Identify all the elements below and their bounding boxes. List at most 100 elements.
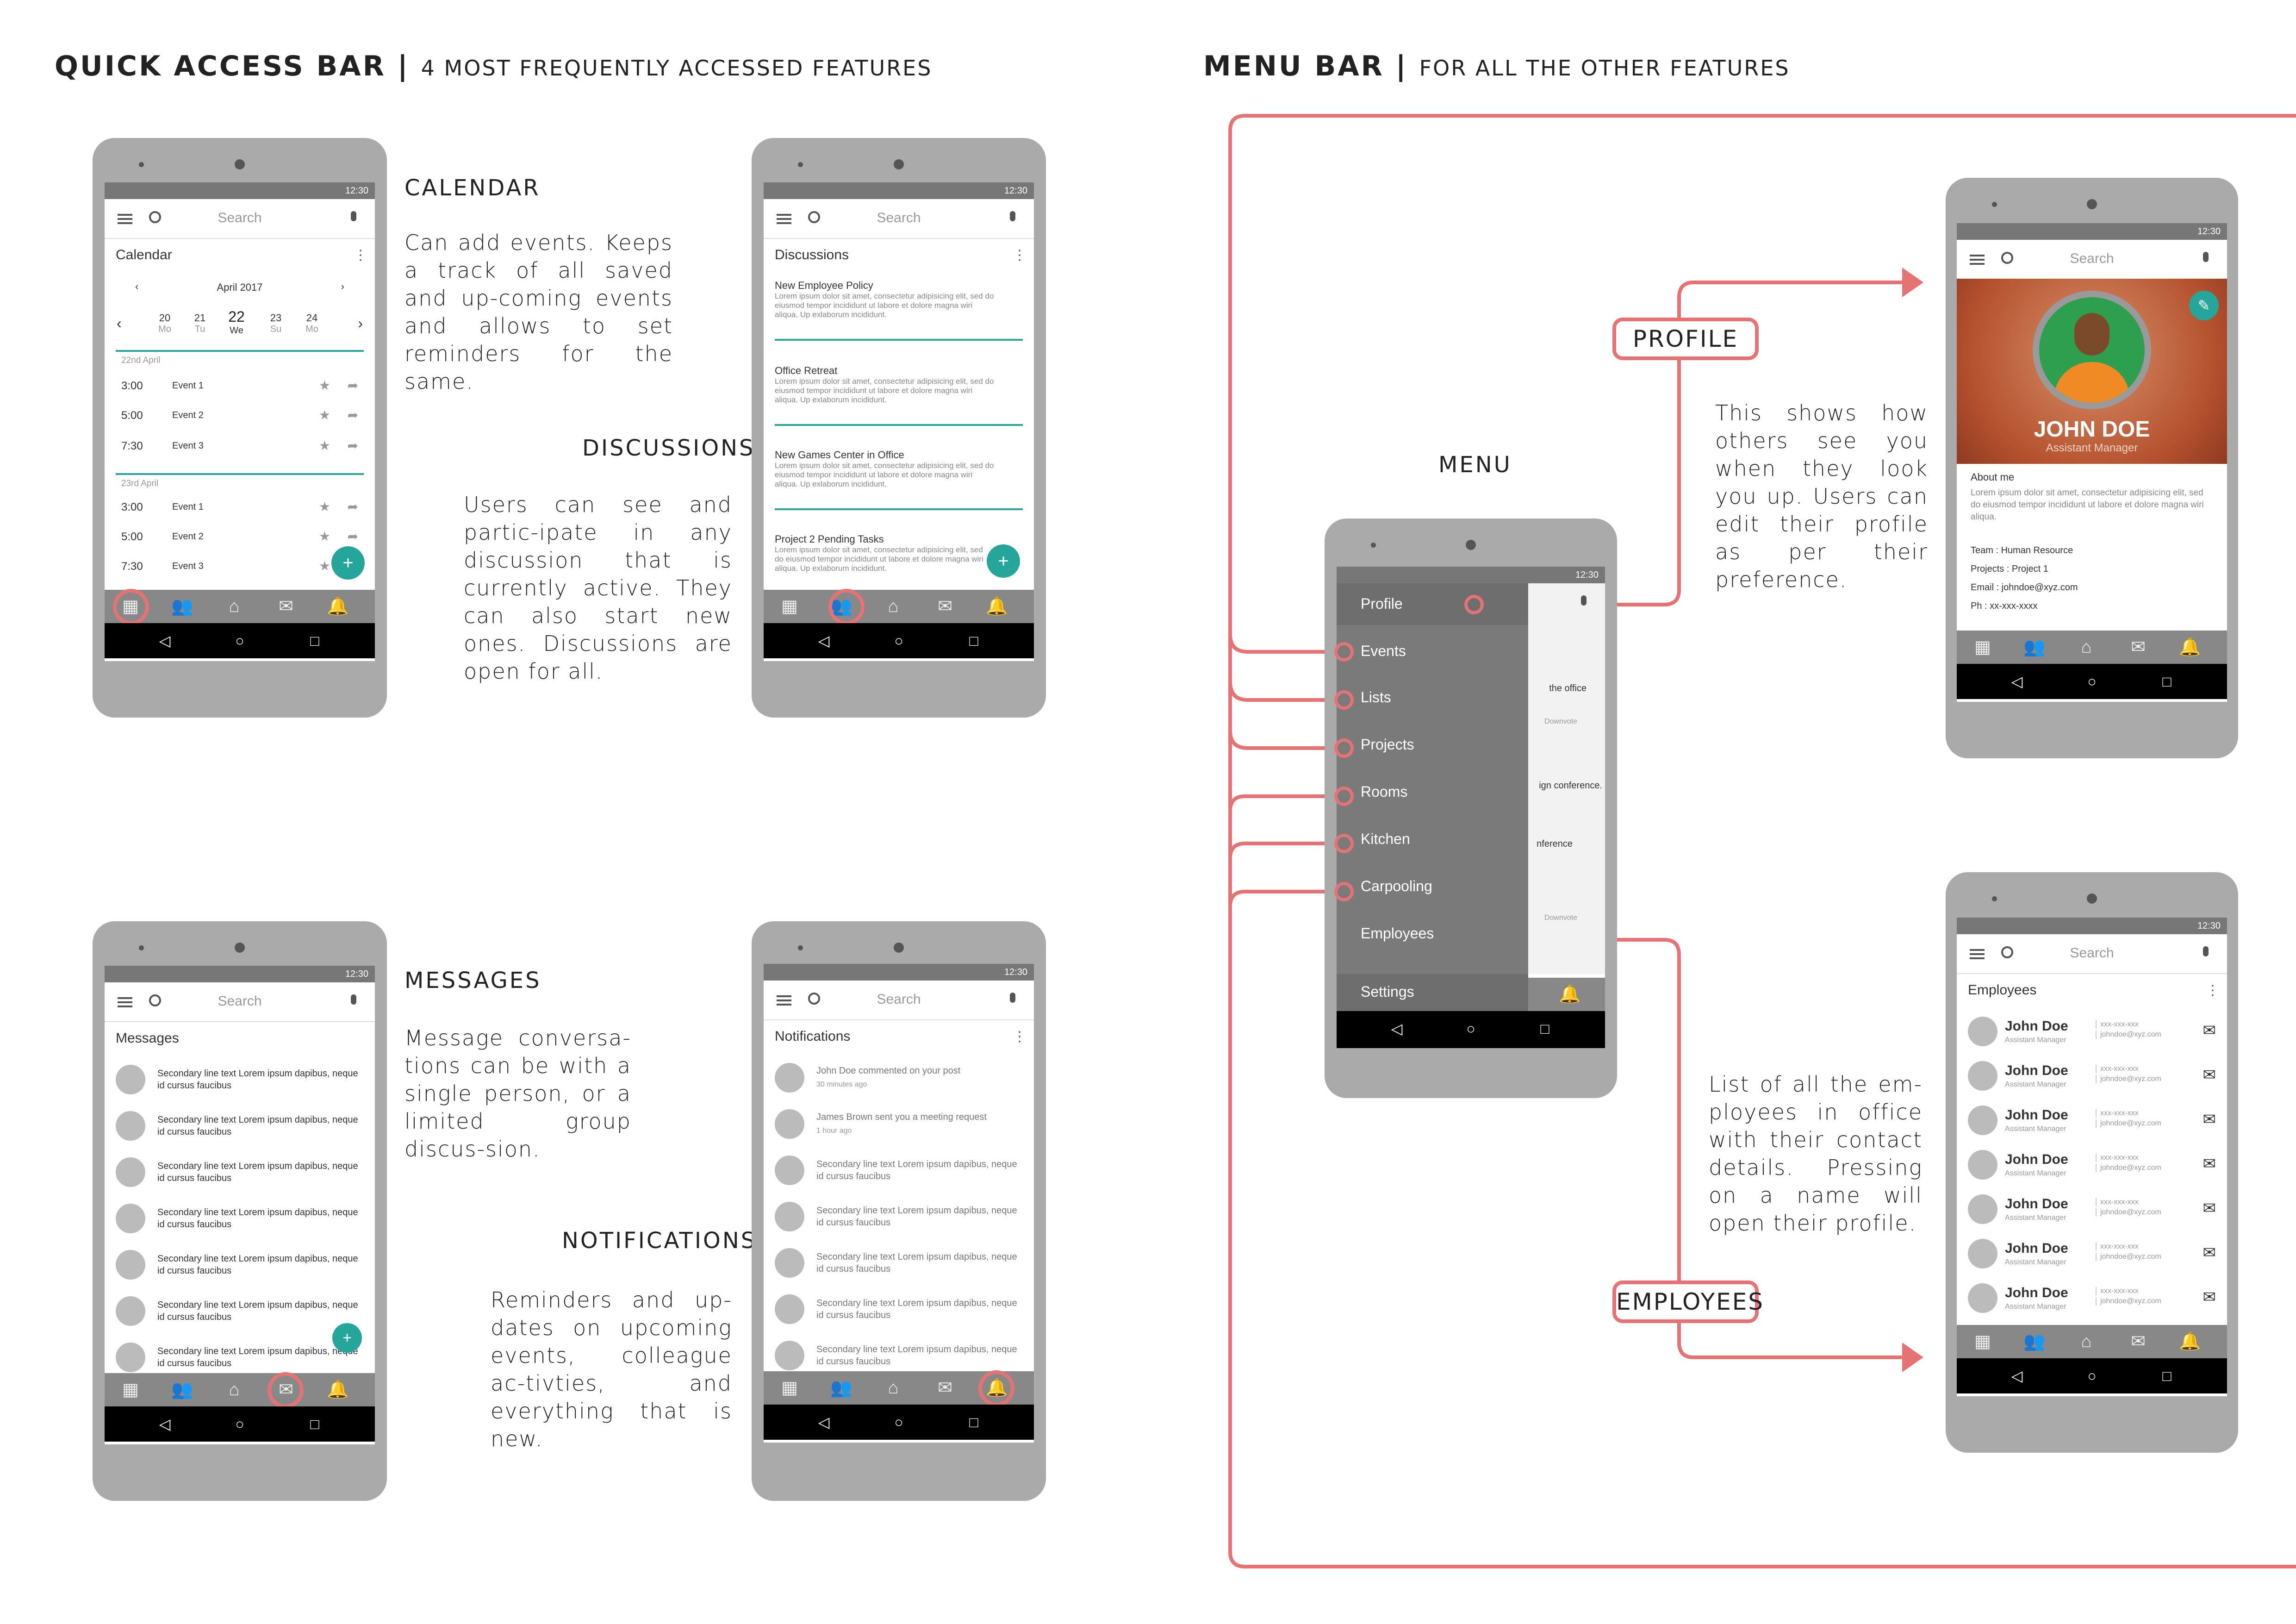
message-row[interactable]: Secondary line text Lorem ipsum dapibus,… xyxy=(116,1065,370,1097)
message-row[interactable]: Secondary line text Lorem ipsum dapibus,… xyxy=(116,1250,370,1282)
mic-icon[interactable] xyxy=(2203,946,2209,956)
home-icon[interactable]: ⌂ xyxy=(867,590,919,623)
calendar-icon[interactable]: ▦ xyxy=(1957,1325,2009,1358)
mic-icon[interactable] xyxy=(2203,252,2209,262)
search-bar[interactable]: Search xyxy=(1957,240,2227,280)
mail-icon[interactable]: ✉ xyxy=(919,590,971,623)
star-icon[interactable]: ★ xyxy=(319,558,330,574)
mic-icon[interactable] xyxy=(1010,211,1015,221)
bell-icon[interactable]: 🔔 xyxy=(1551,978,1588,1011)
employee-row[interactable]: John Doe Assistant Manager xxx-xxx-xxx john… xyxy=(1968,1017,2222,1049)
drawer-item-events[interactable]: Events xyxy=(1337,631,1528,673)
home-circle-icon[interactable]: ○ xyxy=(203,1406,277,1442)
week-prev-icon[interactable]: ‹ xyxy=(117,315,122,332)
mail-icon[interactable]: ✉ xyxy=(2203,1155,2216,1173)
add-button[interactable]: + xyxy=(332,1323,362,1353)
back-icon[interactable]: ◁ xyxy=(128,1406,202,1442)
add-button[interactable]: + xyxy=(987,544,1020,578)
more-icon[interactable]: ⋮ xyxy=(2206,982,2220,999)
back-icon[interactable]: ◁ xyxy=(1980,664,2054,699)
mic-icon[interactable] xyxy=(1010,993,1015,1003)
share-icon[interactable]: ➦ xyxy=(348,378,358,393)
drawer-item-employees[interactable]: Employees xyxy=(1337,918,1528,960)
drawer-item-kitchen[interactable]: Kitchen xyxy=(1337,823,1528,865)
discussion-item[interactable]: Project 2 Pending Tasks Lorem ipsum dolo… xyxy=(775,533,1023,573)
employee-row[interactable]: John Doe Assistant Manager xxx-xxx-xxx john… xyxy=(1968,1283,2222,1316)
group-icon[interactable]: 👥 xyxy=(156,590,208,623)
star-icon[interactable]: ★ xyxy=(319,378,330,393)
event-row[interactable]: 3:00 Event 1 ★ ➦ xyxy=(121,499,366,524)
notification-row[interactable]: Secondary line text Lorem ipsum dapibus,… xyxy=(775,1202,1029,1234)
bell-icon[interactable]: 🔔 xyxy=(2164,1325,2216,1358)
back-icon[interactable]: ◁ xyxy=(1980,1358,2054,1393)
recents-icon[interactable]: □ xyxy=(1508,1011,1582,1046)
star-icon[interactable]: ★ xyxy=(319,499,330,514)
notification-row[interactable]: Secondary line text Lorem ipsum dapibus,… xyxy=(775,1294,1029,1327)
event-row[interactable]: 3:00 Event 1 ★ ➦ xyxy=(121,378,366,403)
group-icon[interactable]: 👥 xyxy=(815,1371,867,1405)
drawer-item-rooms[interactable]: Rooms xyxy=(1337,775,1528,817)
home-circle-icon[interactable]: ○ xyxy=(203,623,277,658)
employee-row[interactable]: John Doe Assistant Manager xxx-xxx-xxx john… xyxy=(1968,1061,2222,1093)
message-row[interactable]: Secondary line text Lorem ipsum dapibus,… xyxy=(116,1296,370,1329)
add-button[interactable]: + xyxy=(331,546,365,580)
group-icon[interactable]: 👥 xyxy=(2009,1325,2060,1358)
bell-icon[interactable]: 🔔 xyxy=(971,590,1023,623)
event-row[interactable]: 7:30 Event 3 ★ xyxy=(121,558,366,583)
message-row[interactable]: Secondary line text Lorem ipsum dapibus,… xyxy=(116,1111,370,1143)
day-cell[interactable]: 21 Tu xyxy=(186,312,214,335)
mail-icon[interactable]: ✉ xyxy=(2112,631,2164,664)
employee-row[interactable]: John Doe Assistant Manager xxx-xxx-xxx john… xyxy=(1968,1106,2222,1138)
day-cell[interactable]: 23 Su xyxy=(262,312,290,335)
message-row[interactable]: Secondary line text Lorem ipsum dapibus,… xyxy=(116,1157,370,1190)
notification-row[interactable]: James Brown sent you a meeting request 1 … xyxy=(775,1109,1029,1142)
mail-icon[interactable]: ✉ xyxy=(919,1371,971,1405)
mail-icon[interactable]: ✉ xyxy=(2203,1021,2216,1040)
search-bar[interactable]: Search xyxy=(1957,934,2227,974)
back-icon[interactable]: ◁ xyxy=(128,623,202,658)
back-icon[interactable]: ◁ xyxy=(787,1405,861,1440)
event-row[interactable]: 7:30 Event 3 ★ ➦ xyxy=(121,438,366,463)
notification-row[interactable]: Secondary line text Lorem ipsum dapibus,… xyxy=(775,1341,1029,1373)
day-cell[interactable]: 20 Mo xyxy=(151,312,179,335)
home-circle-icon[interactable]: ○ xyxy=(2055,1358,2129,1393)
drawer-item-profile[interactable]: Profile xyxy=(1337,583,1528,625)
back-icon[interactable]: ◁ xyxy=(1360,1011,1434,1046)
home-icon[interactable]: ⌂ xyxy=(2060,1325,2112,1358)
recents-icon[interactable]: □ xyxy=(937,623,1011,658)
mail-icon[interactable]: ✉ xyxy=(2203,1066,2216,1084)
home-circle-icon[interactable]: ○ xyxy=(862,1405,936,1440)
share-icon[interactable]: ➦ xyxy=(348,529,358,544)
home-circle-icon[interactable]: ○ xyxy=(2055,664,2129,699)
more-icon[interactable]: ⋮ xyxy=(354,247,367,263)
more-icon[interactable]: ⋮ xyxy=(1013,247,1027,263)
recents-icon[interactable]: □ xyxy=(278,623,352,658)
star-icon[interactable]: ★ xyxy=(319,407,330,423)
group-icon[interactable]: 👥 xyxy=(2009,631,2060,664)
employee-row[interactable]: John Doe Assistant Manager xxx-xxx-xxx john… xyxy=(1968,1194,2222,1227)
mail-icon[interactable]: ✉ xyxy=(2203,1199,2216,1218)
calendar-icon[interactable]: ▦ xyxy=(105,1373,156,1406)
drawer-item-projects[interactable]: Projects xyxy=(1337,728,1528,769)
notification-row[interactable]: Secondary line text Lorem ipsum dapibus,… xyxy=(775,1156,1029,1188)
search-bar[interactable]: Search xyxy=(105,199,375,239)
home-icon[interactable]: ⌂ xyxy=(208,1373,260,1406)
mail-icon[interactable]: ✉ xyxy=(2203,1110,2216,1129)
recents-icon[interactable]: □ xyxy=(278,1406,352,1442)
calendar-icon[interactable]: ▦ xyxy=(764,590,815,623)
mail-icon[interactable]: ✉ xyxy=(2203,1243,2216,1262)
mail-icon[interactable]: ✉ xyxy=(260,590,312,623)
mail-icon[interactable]: ✉ xyxy=(2112,1325,2164,1358)
day-cell-selected[interactable]: 22 We xyxy=(220,308,253,336)
month-next-icon[interactable]: › xyxy=(341,281,344,293)
share-icon[interactable]: ➦ xyxy=(348,407,358,423)
recents-icon[interactable]: □ xyxy=(2130,1358,2204,1393)
recents-icon[interactable]: □ xyxy=(937,1405,1011,1440)
more-icon[interactable]: ⋮ xyxy=(1013,1029,1027,1045)
bell-icon[interactable]: 🔔 xyxy=(312,1373,364,1406)
drawer-item-settings[interactable]: Settings xyxy=(1337,974,1528,1011)
bell-icon[interactable]: 🔔 xyxy=(2164,631,2216,664)
calendar-icon[interactable]: ▦ xyxy=(764,1371,815,1405)
search-bar[interactable]: Search xyxy=(105,982,375,1022)
home-circle-icon[interactable]: ○ xyxy=(862,623,936,658)
